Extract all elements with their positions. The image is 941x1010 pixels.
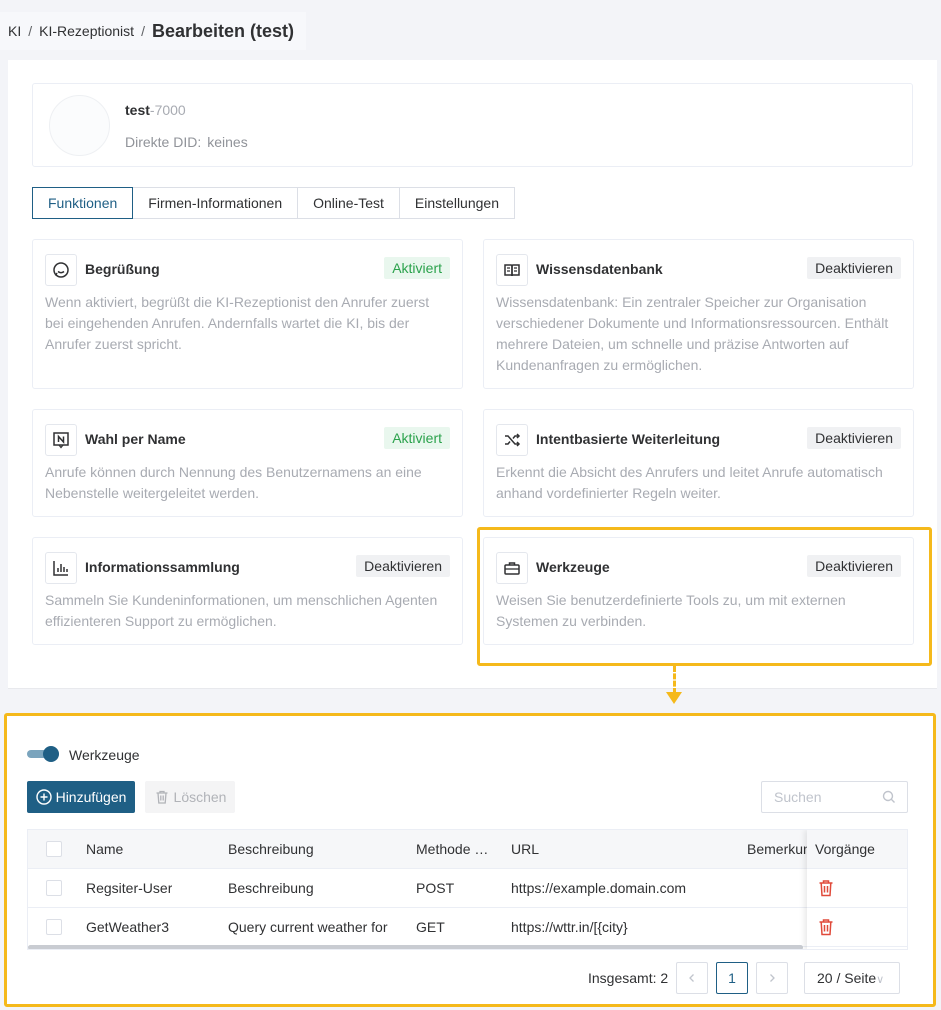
switch-knob <box>43 746 59 762</box>
status-badge[interactable]: Deaktivieren <box>807 427 901 449</box>
tab-einstellungen[interactable]: Einstellungen <box>399 187 515 219</box>
feature-card-wahl-per-name[interactable]: Wahl per Name Aktiviert Anrufe können du… <box>32 409 463 517</box>
tools-table: Name Beschreibung Methode … URL Bemerkun… <box>27 829 908 950</box>
tab-funktionen[interactable]: Funktionen <box>32 187 134 219</box>
row-remark <box>747 908 807 946</box>
select-all-checkbox[interactable] <box>46 841 62 857</box>
feature-description: Anrufe können durch Nennung des Benutzer… <box>45 464 422 501</box>
trash-icon[interactable] <box>818 918 834 936</box>
book-icon <box>496 254 528 286</box>
breadcrumb-item-ki-rezeptionist[interactable]: KI-Rezeptionist <box>39 23 134 39</box>
breadcrumb: KI / KI-Rezeptionist / Bearbeiten (test) <box>0 12 306 50</box>
row-name: GetWeather3 <box>86 919 170 935</box>
row-url: https://example.domain.com <box>511 880 687 896</box>
tools-section: Werkzeuge Hinzufügen Löschen Name Beschr… <box>4 713 936 1007</box>
werkzeuge-highlight-box <box>477 527 932 666</box>
avatar <box>49 95 110 156</box>
column-header-methode[interactable]: Methode … <box>416 830 496 868</box>
status-badge[interactable]: Aktiviert <box>384 257 450 279</box>
page-title: Bearbeiten (test) <box>151 20 294 41</box>
row-checkbox[interactable] <box>46 919 62 935</box>
feature-card-begruessung[interactable]: Begrüßung Aktiviert Wenn aktiviert, begr… <box>32 239 463 389</box>
column-header-bemerkung[interactable]: Bemerkung <box>747 830 807 868</box>
feature-card-wissensdatenbank[interactable]: Wissensdatenbank Deaktivieren Wissensdat… <box>483 239 914 389</box>
table-row[interactable]: GetWeather3 Query current weather for GE… <box>28 908 907 947</box>
chat-bubble-icon <box>45 254 77 286</box>
tab-firmen-informationen[interactable]: Firmen-Informationen <box>133 187 299 219</box>
pagination-next-button[interactable] <box>756 962 788 994</box>
add-button-label: Hinzufügen <box>55 789 127 805</box>
breadcrumb-separator: / <box>28 23 33 39</box>
profile-extension: -7000 <box>149 102 186 118</box>
feature-description: Wissensdatenbank: Ein zentraler Speicher… <box>496 294 889 373</box>
feature-title: Wissensdatenbank <box>536 261 663 277</box>
feature-description: Sammeln Sie Kundeninformationen, um mens… <box>45 592 438 629</box>
row-description: Beschreibung <box>228 880 314 896</box>
row-url: https://wttr.in/[{city} <box>511 919 628 935</box>
pagination-total: Insgesamt: 2 <box>588 970 669 986</box>
divider <box>8 688 937 689</box>
profile-did: Direkte DID: keines <box>125 134 248 150</box>
page-size-select[interactable]: 20 / Seite∨ <box>804 962 900 994</box>
breadcrumb-separator: / <box>141 23 145 39</box>
feature-title: Informationssammlung <box>85 559 240 575</box>
column-header-url[interactable]: URL <box>511 830 539 868</box>
breadcrumb-item-ki[interactable]: KI <box>8 23 21 39</box>
column-header-vorgaenge: Vorgänge <box>807 830 907 869</box>
trash-icon[interactable] <box>818 879 834 897</box>
status-badge[interactable]: Aktiviert <box>384 427 450 449</box>
row-name: Regsiter-User <box>86 880 173 896</box>
tools-switch[interactable] <box>27 746 59 762</box>
delete-button-label: Löschen <box>173 789 227 805</box>
shuffle-icon <box>496 424 528 456</box>
bar-chart-icon <box>45 552 77 584</box>
name-n-icon <box>45 424 77 456</box>
chevron-right-icon <box>770 974 775 982</box>
trash-icon <box>156 790 168 804</box>
row-actions <box>807 869 907 908</box>
profile-name: test-7000 <box>125 102 186 118</box>
delete-button[interactable]: Löschen <box>145 781 235 813</box>
row-checkbox[interactable] <box>46 880 62 896</box>
highlight-arrow-line <box>673 666 676 694</box>
feature-description: Erkennt die Absicht des Anrufers und lei… <box>496 464 883 501</box>
column-header-beschreibung[interactable]: Beschreibung <box>228 830 314 868</box>
feature-card-informationssammlung[interactable]: Informationssammlung Deaktivieren Sammel… <box>32 537 463 645</box>
plus-circle-icon <box>35 789 52 805</box>
highlight-arrow-head <box>666 692 682 704</box>
pagination-prev-button[interactable] <box>676 962 708 994</box>
chevron-left-icon <box>689 974 694 982</box>
tab-bar: Funktionen Firmen-Informationen Online-T… <box>32 187 515 219</box>
actions-column: Vorgänge <box>807 830 907 949</box>
status-badge[interactable]: Deaktivieren <box>356 555 450 577</box>
feature-title: Begrüßung <box>85 261 160 277</box>
feature-card-intentbasierte-weiterleitung[interactable]: Intentbasierte Weiterleitung Deaktiviere… <box>483 409 914 517</box>
tab-online-test[interactable]: Online-Test <box>298 187 400 219</box>
row-method: POST <box>416 880 455 896</box>
row-actions <box>807 908 907 947</box>
profile-name-text: test <box>125 102 150 118</box>
horizontal-scrollbar[interactable] <box>28 945 803 949</box>
pagination-page-1[interactable]: 1 <box>716 962 748 994</box>
status-badge[interactable]: Deaktivieren <box>807 257 901 279</box>
table-row[interactable]: Regsiter-User Beschreibung POST https://… <box>28 869 907 908</box>
row-method: GET <box>416 919 445 935</box>
search-icon[interactable] <box>882 790 896 804</box>
add-button[interactable]: Hinzufügen <box>27 781 135 813</box>
column-header-name[interactable]: Name <box>86 830 123 868</box>
feature-title: Intentbasierte Weiterleitung <box>536 431 721 447</box>
row-description: Query current weather for <box>228 919 388 935</box>
did-value: keines <box>207 134 248 150</box>
feature-title: Wahl per Name <box>85 431 186 447</box>
did-label: Direkte DID: <box>125 134 202 150</box>
row-remark <box>747 869 807 907</box>
tools-switch-label: Werkzeuge <box>69 747 140 763</box>
chevron-down-icon: ∨ <box>876 974 885 986</box>
feature-description: Wenn aktiviert, begrüßt die KI-Rezeption… <box>45 294 430 352</box>
profile-card: test-7000 Direkte DID: keines <box>32 83 913 167</box>
table-header: Name Beschreibung Methode … URL Bemerkun… <box>28 830 907 869</box>
page-size-value: 20 / Seite <box>817 970 877 986</box>
